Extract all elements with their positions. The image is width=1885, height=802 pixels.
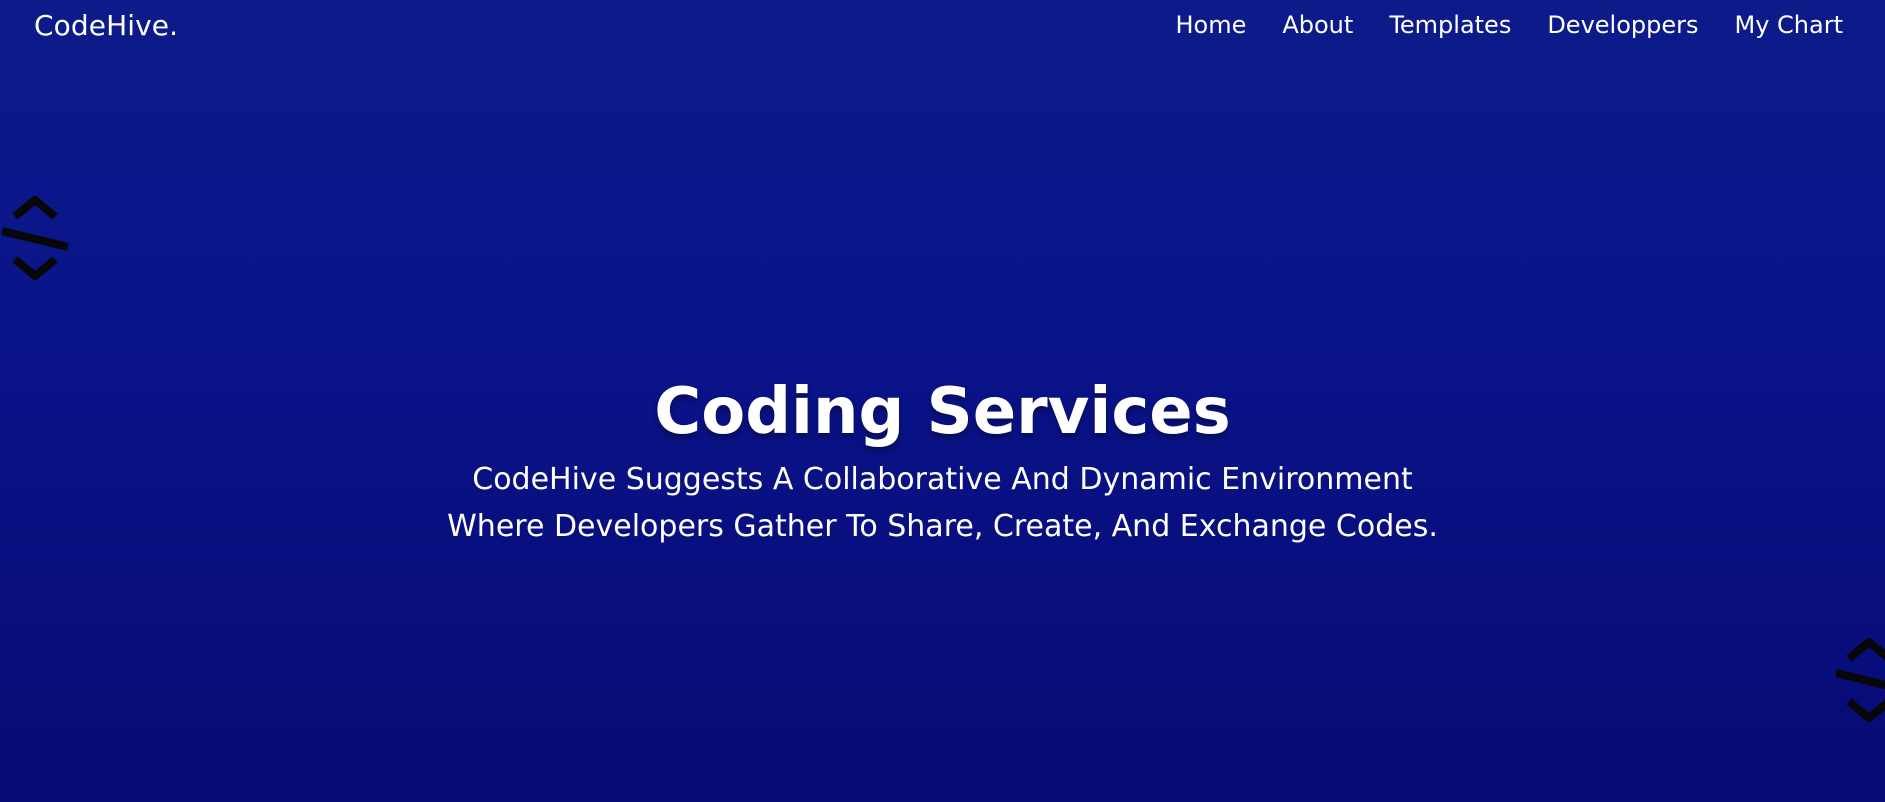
hero-section: Coding Services CodeHive Suggests A Coll… [0,372,1885,550]
navbar: CodeHive. Home About Templates Developpe… [0,0,1885,54]
nav-link-my-chart[interactable]: My Chart [1735,11,1844,39]
nav-link-developpers[interactable]: Developpers [1547,11,1698,39]
brand-logo[interactable]: CodeHive. [34,9,178,42]
hero-title: Coding Services [654,375,1231,449]
nav-links: Home About Templates Developpers My Char… [1139,11,1843,39]
hero-description-line-2: Where Developers Gather To Share, Create… [447,509,1438,544]
nav-link-about[interactable]: About [1282,11,1353,39]
code-symbol-icon [0,196,72,280]
hero-description: CodeHive Suggests A Collaborative And Dy… [0,456,1885,550]
nav-link-home[interactable]: Home [1175,11,1246,39]
code-symbol-icon [1834,638,1885,722]
nav-link-templates[interactable]: Templates [1389,11,1511,39]
hero-description-line-1: CodeHive Suggests A Collaborative And Dy… [472,462,1413,497]
